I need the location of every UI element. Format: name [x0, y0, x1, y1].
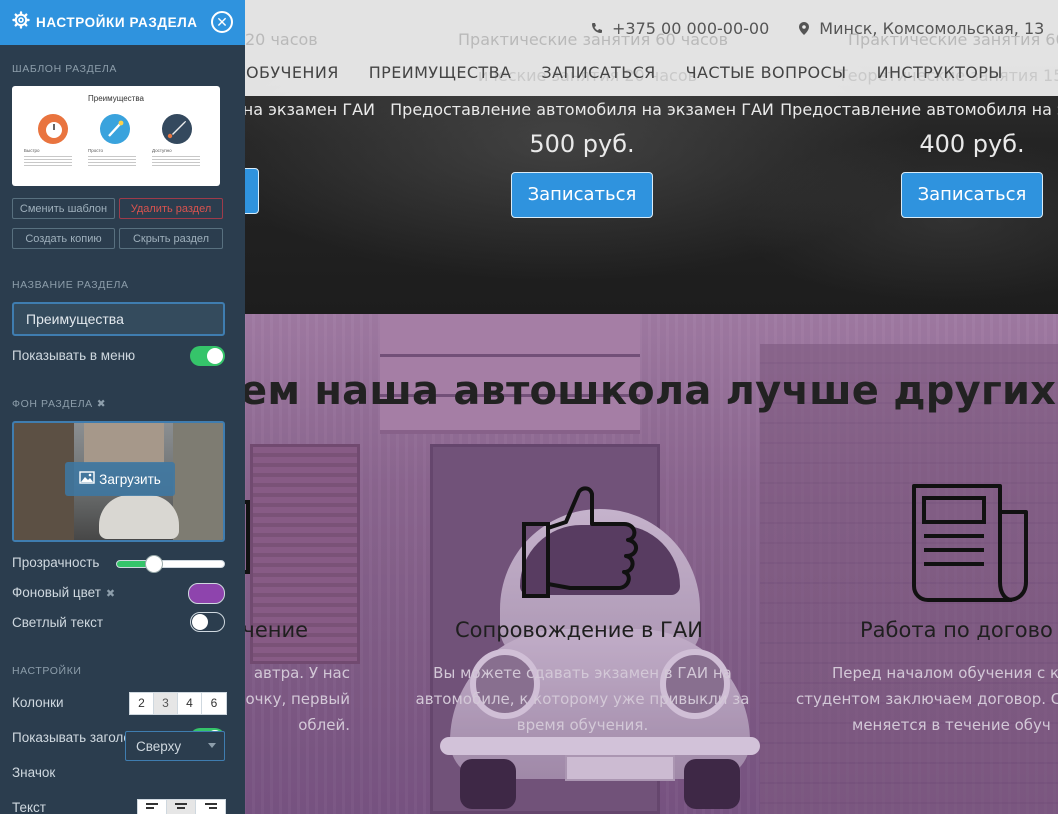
- chevron-down-icon: [208, 743, 216, 748]
- nav-item-advantages[interactable]: ПРЕИМУЩЕСТВА: [369, 63, 512, 82]
- nav-item-faq[interactable]: ЧАСТЫЕ ВОПРОСЫ: [686, 63, 847, 82]
- icon-position-select[interactable]: Сверху: [125, 731, 225, 761]
- section-settings-panel: НАСТРОЙКИ РАЗДЕЛА ✕ ШАБЛОН РАЗДЕЛА Преим…: [0, 0, 245, 814]
- image-icon: [79, 471, 95, 487]
- map-pin-icon: [797, 21, 811, 35]
- nav-item-training[interactable]: ОБУЧЕНИЯ: [246, 63, 339, 82]
- phone-icon: [590, 21, 604, 35]
- price-value: 500 руб.: [529, 130, 635, 158]
- feature-title: Работа по догово: [860, 618, 1053, 642]
- columns-option-6[interactable]: 6: [202, 693, 226, 714]
- columns-selector: 2 3 4 6: [129, 692, 227, 715]
- panel-title: НАСТРОЙКИ РАЗДЕЛА: [36, 15, 198, 30]
- nav-item-instructors[interactable]: ИНСТРУКТОРЫ: [877, 63, 1003, 82]
- show-in-menu-toggle[interactable]: [190, 346, 225, 366]
- signup-button[interactable]: Записаться: [900, 172, 1044, 218]
- price-card: Предоставление автомобиля на экзамен ГАИ…: [387, 96, 777, 218]
- upload-label: Загрузить: [99, 471, 161, 487]
- signup-button[interactable]: Записаться: [510, 172, 654, 218]
- preview-item-label: Быстро: [24, 148, 40, 153]
- newspaper-icon: [908, 482, 1038, 611]
- address: Минск, Комсомольская, 13: [819, 18, 1045, 38]
- price-card-title: Предоставление автомобиля на экзамен ГАИ: [390, 100, 774, 119]
- price-card-title: Предоставление автомобиля на экзамен ГАИ: [780, 100, 1058, 119]
- slider-thumb[interactable]: [145, 555, 164, 573]
- columns-option-3[interactable]: 3: [154, 693, 178, 714]
- section-name-input[interactable]: [12, 302, 225, 336]
- section-name-label: НАЗВАНИЕ РАЗДЕЛА: [12, 279, 129, 291]
- bg-color-swatch[interactable]: [188, 583, 225, 604]
- change-template-button[interactable]: Сменить шаблон: [12, 198, 115, 219]
- icon-position-label: Значок: [12, 765, 56, 780]
- template-preview[interactable]: Преимущества Быстро Просто Доступно: [12, 86, 220, 186]
- template-label: ШАБЛОН РАЗДЕЛА: [12, 63, 118, 75]
- icon-position-value: Сверху: [136, 738, 182, 754]
- nav-item-signup[interactable]: ЗАПИСАТЬСЯ: [541, 63, 655, 82]
- columns-option-2[interactable]: 2: [130, 693, 154, 714]
- preview-item-label: Просто: [88, 148, 104, 153]
- bg-color-label: Фоновый цвет ✖: [12, 585, 116, 600]
- section-bg-label: ФОН РАЗДЕЛА ✖: [12, 398, 107, 410]
- light-text-label: Светлый текст: [12, 615, 104, 630]
- price-value: 400 руб.: [919, 130, 1025, 158]
- price-card: Предоставление автомобиля на экзамен ГАИ…: [777, 96, 1058, 218]
- contact-bar: +375 00 000-00-00 Минск, Комсомольская, …: [590, 18, 1044, 38]
- settings-label: НАСТРОЙКИ: [12, 665, 82, 677]
- text-align-label: Текст: [12, 800, 46, 814]
- columns-label: Колонки: [12, 695, 64, 710]
- opacity-label: Прозрачность: [12, 555, 100, 570]
- rocket-icon: [162, 114, 192, 144]
- create-copy-button[interactable]: Создать копию: [12, 228, 115, 249]
- hide-section-button[interactable]: Скрыть раздел: [119, 228, 223, 249]
- delete-section-button[interactable]: Удалить раздел: [119, 198, 223, 219]
- preview-title: Преимущества: [88, 94, 144, 103]
- ghost-text: 20 часов: [245, 30, 318, 49]
- feature-text: Вы можете сдавать экзамен в ГАИ на автом…: [415, 664, 750, 734]
- preview-item-label: Доступно: [152, 148, 172, 153]
- align-center-icon[interactable]: [167, 800, 196, 814]
- feature-title: Сопровождение в ГАИ: [455, 618, 703, 642]
- text-align-selector: [137, 799, 226, 814]
- close-icon[interactable]: ✕: [211, 11, 233, 33]
- section-heading: ем наша автошкола лучше других?: [240, 368, 1058, 414]
- show-in-menu-label: Показывать в меню: [12, 348, 136, 363]
- opacity-slider[interactable]: [116, 555, 225, 573]
- clear-bg-icon[interactable]: ✖: [97, 398, 106, 410]
- upload-button[interactable]: Загрузить: [65, 462, 175, 496]
- stopwatch-icon: [38, 114, 68, 144]
- magic-wand-icon: [100, 114, 130, 144]
- thumbs-up-icon: [520, 484, 644, 605]
- phone-number[interactable]: +375 00 000-00-00: [612, 19, 769, 38]
- columns-option-4[interactable]: 4: [178, 693, 202, 714]
- feature-text: Перед началом обучения с к студентом зак…: [796, 664, 1058, 734]
- align-right-icon[interactable]: [196, 800, 225, 814]
- align-left-icon[interactable]: [138, 800, 167, 814]
- gear-icon: [12, 11, 30, 34]
- light-text-toggle[interactable]: [190, 612, 225, 632]
- clear-color-icon[interactable]: ✖: [106, 588, 115, 600]
- panel-header: НАСТРОЙКИ РАЗДЕЛА ✕: [0, 0, 245, 45]
- main-nav: ОБУЧЕНИЯ ПРЕИМУЩЕСТВА ЗАПИСАТЬСЯ ЧАСТЫЕ …: [246, 60, 1033, 84]
